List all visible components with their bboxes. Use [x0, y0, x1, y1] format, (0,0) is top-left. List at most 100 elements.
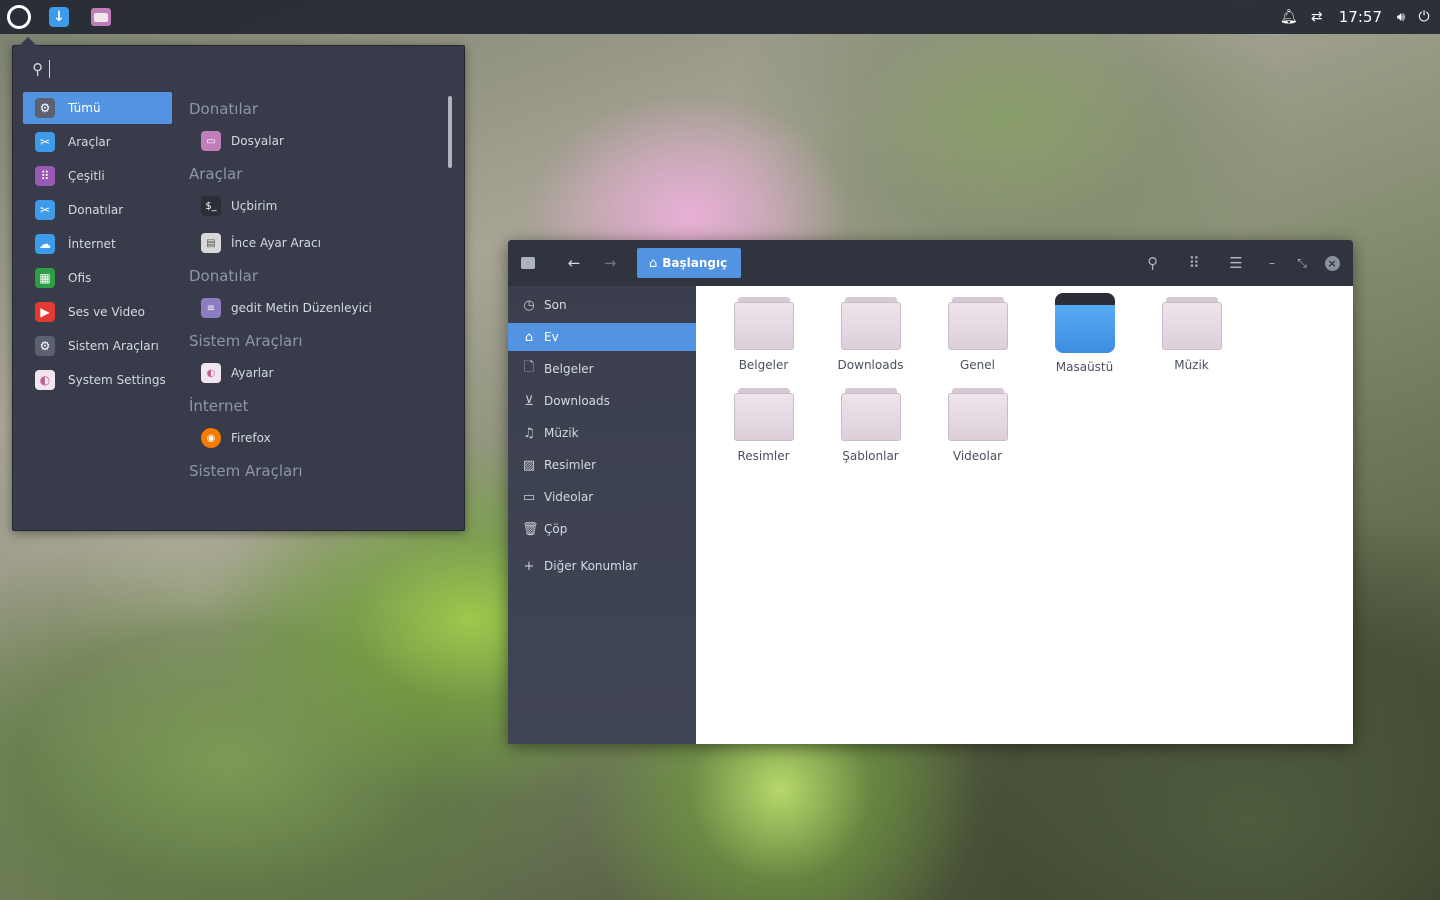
sidebar-item-label: Belgeler [544, 362, 594, 376]
sidebar-item-cop[interactable]: 🗑︎ Çöp [508, 515, 696, 543]
category-label: İnternet [68, 237, 116, 251]
back-button[interactable]: ← [556, 240, 592, 286]
category-system-settings[interactable]: ◐ System Settings [23, 364, 172, 396]
bell-icon[interactable]: 🔔︎ [1275, 0, 1303, 34]
file-label: Müzik [1174, 358, 1209, 372]
file-label: Belgeler [738, 358, 789, 372]
close-button[interactable]: × [1317, 240, 1347, 286]
folder-icon [947, 295, 1008, 351]
top-panel: ↓ 🔔︎ ⇄ 17:57 🔊︎ ⏻ [0, 0, 1440, 34]
group-title: Araçlar [189, 165, 243, 183]
app-label: Uçbirim [231, 199, 278, 213]
sidebar-item-label: Diğer Konumlar [544, 559, 638, 573]
file-view: Belgeler Downloads Genel Masaüstü Müzik … [696, 286, 1353, 744]
menu-search-input[interactable] [54, 61, 414, 77]
folder-icon [840, 295, 901, 351]
file-item-muzik[interactable]: Müzik [1138, 293, 1245, 384]
view-grid-button[interactable]: ⠿ [1173, 240, 1215, 286]
category-label: Ofis [68, 271, 92, 285]
clock[interactable]: 17:57 [1331, 0, 1390, 34]
volume-icon[interactable]: 🔊︎ [1390, 0, 1412, 34]
file-manager-icon [91, 8, 111, 26]
sidebar-item-muzik[interactable]: ♫ Müzik [508, 419, 696, 447]
app-ince-ayar-araci[interactable]: ▤ İnce Ayar Aracı [189, 226, 439, 260]
minimize-button[interactable]: – [1257, 240, 1287, 286]
folder-icon [1161, 295, 1222, 351]
app-icon [508, 240, 548, 286]
text-editor-icon: ≡ [201, 298, 221, 318]
forward-button[interactable]: → [592, 240, 628, 286]
sidebar-item-videolar[interactable]: ▭ Videolar [508, 483, 696, 511]
app-label: Ayarlar [231, 366, 274, 380]
app-gedit[interactable]: ≡ gedit Metin Düzenleyici [189, 291, 439, 325]
category-araclar[interactable]: ✂ Araçlar [23, 126, 172, 158]
category-list: ⚙ Tümü ✂ Araçlar ⠿ Çeşitli ✂ Donatılar ☁… [23, 92, 172, 398]
sidebar-item-resimler[interactable]: ▨ Resimler [508, 451, 696, 479]
arrow-right-icon: → [603, 254, 617, 272]
category-label: Araçlar [68, 135, 111, 149]
app-firefox[interactable]: ◉ Firefox [189, 421, 439, 455]
tweak-icon: ▤ [201, 233, 221, 253]
maximize-icon: ⤡ [1297, 255, 1307, 270]
category-ofis[interactable]: ▦ Ofis [23, 262, 172, 294]
file-item-masaustu[interactable]: Masaüstü [1031, 293, 1138, 384]
places-sidebar: ◷ Son ⌂ Ev 🗋︎ Belgeler ⊻ Downloads ♫ Müz… [508, 286, 696, 744]
file-label: Masaüstü [1055, 360, 1114, 374]
menu-button[interactable]: ☰ [1215, 240, 1257, 286]
gear-icon: ⚙ [35, 98, 55, 118]
file-label: Videolar [952, 449, 1003, 463]
sidebar-item-ev[interactable]: ⌂ Ev [508, 323, 696, 351]
maximize-button[interactable]: ⤡ [1287, 240, 1317, 286]
sidebar-item-label: Son [544, 298, 567, 312]
file-manager-icon [521, 257, 535, 269]
sidebar-item-belgeler[interactable]: 🗋︎ Belgeler [508, 355, 696, 383]
group-title: Sistem Araçları [189, 332, 303, 350]
file-item-genel[interactable]: Genel [924, 293, 1031, 384]
file-item-downloads[interactable]: Downloads [817, 293, 924, 384]
text-caret [49, 60, 50, 78]
folder-icon [733, 386, 794, 442]
category-tumu[interactable]: ⚙ Tümü [23, 92, 172, 124]
search-button[interactable]: ⚲ [1131, 240, 1173, 286]
menu-search: ⚲ [25, 58, 414, 80]
file-item-resimler[interactable]: Resimler [710, 384, 817, 475]
sidebar-item-son[interactable]: ◷ Son [508, 291, 696, 319]
scissors-icon: ✂ [35, 200, 55, 220]
folder-icon [947, 386, 1008, 442]
panel-left: ↓ [0, 0, 122, 34]
file-item-videolar[interactable]: Videolar [924, 384, 1031, 475]
firefox-icon: ◉ [201, 428, 221, 448]
category-internet[interactable]: ☁ İnternet [23, 228, 172, 260]
document-icon: 🗋︎ [523, 360, 535, 375]
category-ses-ve-video[interactable]: ▶ Ses ve Video [23, 296, 172, 328]
app-label: İnce Ayar Aracı [231, 236, 321, 250]
path-label: Başlangıç [662, 256, 728, 270]
app-ayarlar[interactable]: ◐ Ayarlar [189, 356, 439, 390]
arrow-down-icon: ↓ [49, 7, 69, 27]
sidebar-item-label: Çöp [544, 522, 568, 536]
files-launcher[interactable] [80, 0, 122, 34]
app-list-scrollbar[interactable] [448, 96, 452, 168]
file-item-belgeler[interactable]: Belgeler [710, 293, 817, 384]
sidebar-item-other-locations[interactable]: + Diğer Konumlar [508, 552, 696, 580]
file-grid: Belgeler Downloads Genel Masaüstü Müzik … [710, 293, 1350, 475]
app-menu-button[interactable] [0, 0, 38, 34]
sidebar-item-downloads[interactable]: ⊻ Downloads [508, 387, 696, 415]
arrow-left-icon: ← [567, 254, 581, 272]
file-item-sablonlar[interactable]: Şablonlar [817, 384, 924, 475]
category-cesitli[interactable]: ⠿ Çeşitli [23, 160, 172, 192]
network-icon[interactable]: ⇄ [1303, 0, 1331, 34]
category-sistem-araclari[interactable]: ⚙ Sistem Araçları [23, 330, 172, 362]
grid-icon: ⠿ [1188, 254, 1200, 272]
file-label: Resimler [737, 449, 790, 463]
app-ucbirim[interactable]: $_ Uçbirim [189, 189, 439, 223]
category-donatilar[interactable]: ✂ Donatılar [23, 194, 172, 226]
app-dosyalar[interactable]: ▭ Dosyalar [189, 124, 439, 158]
home-icon: ⌂ [524, 329, 534, 345]
terminal-icon: $_ [201, 196, 221, 216]
power-icon[interactable]: ⏻ [1412, 0, 1436, 34]
path-home-button[interactable]: ⌂ Başlangıç [637, 248, 742, 278]
cloud-icon: ☁ [35, 234, 55, 254]
downloads-launcher[interactable]: ↓ [38, 0, 80, 34]
application-menu: ⚲ ⚙ Tümü ✂ Araçlar ⠿ Çeşitli ✂ Donatılar… [12, 37, 465, 531]
